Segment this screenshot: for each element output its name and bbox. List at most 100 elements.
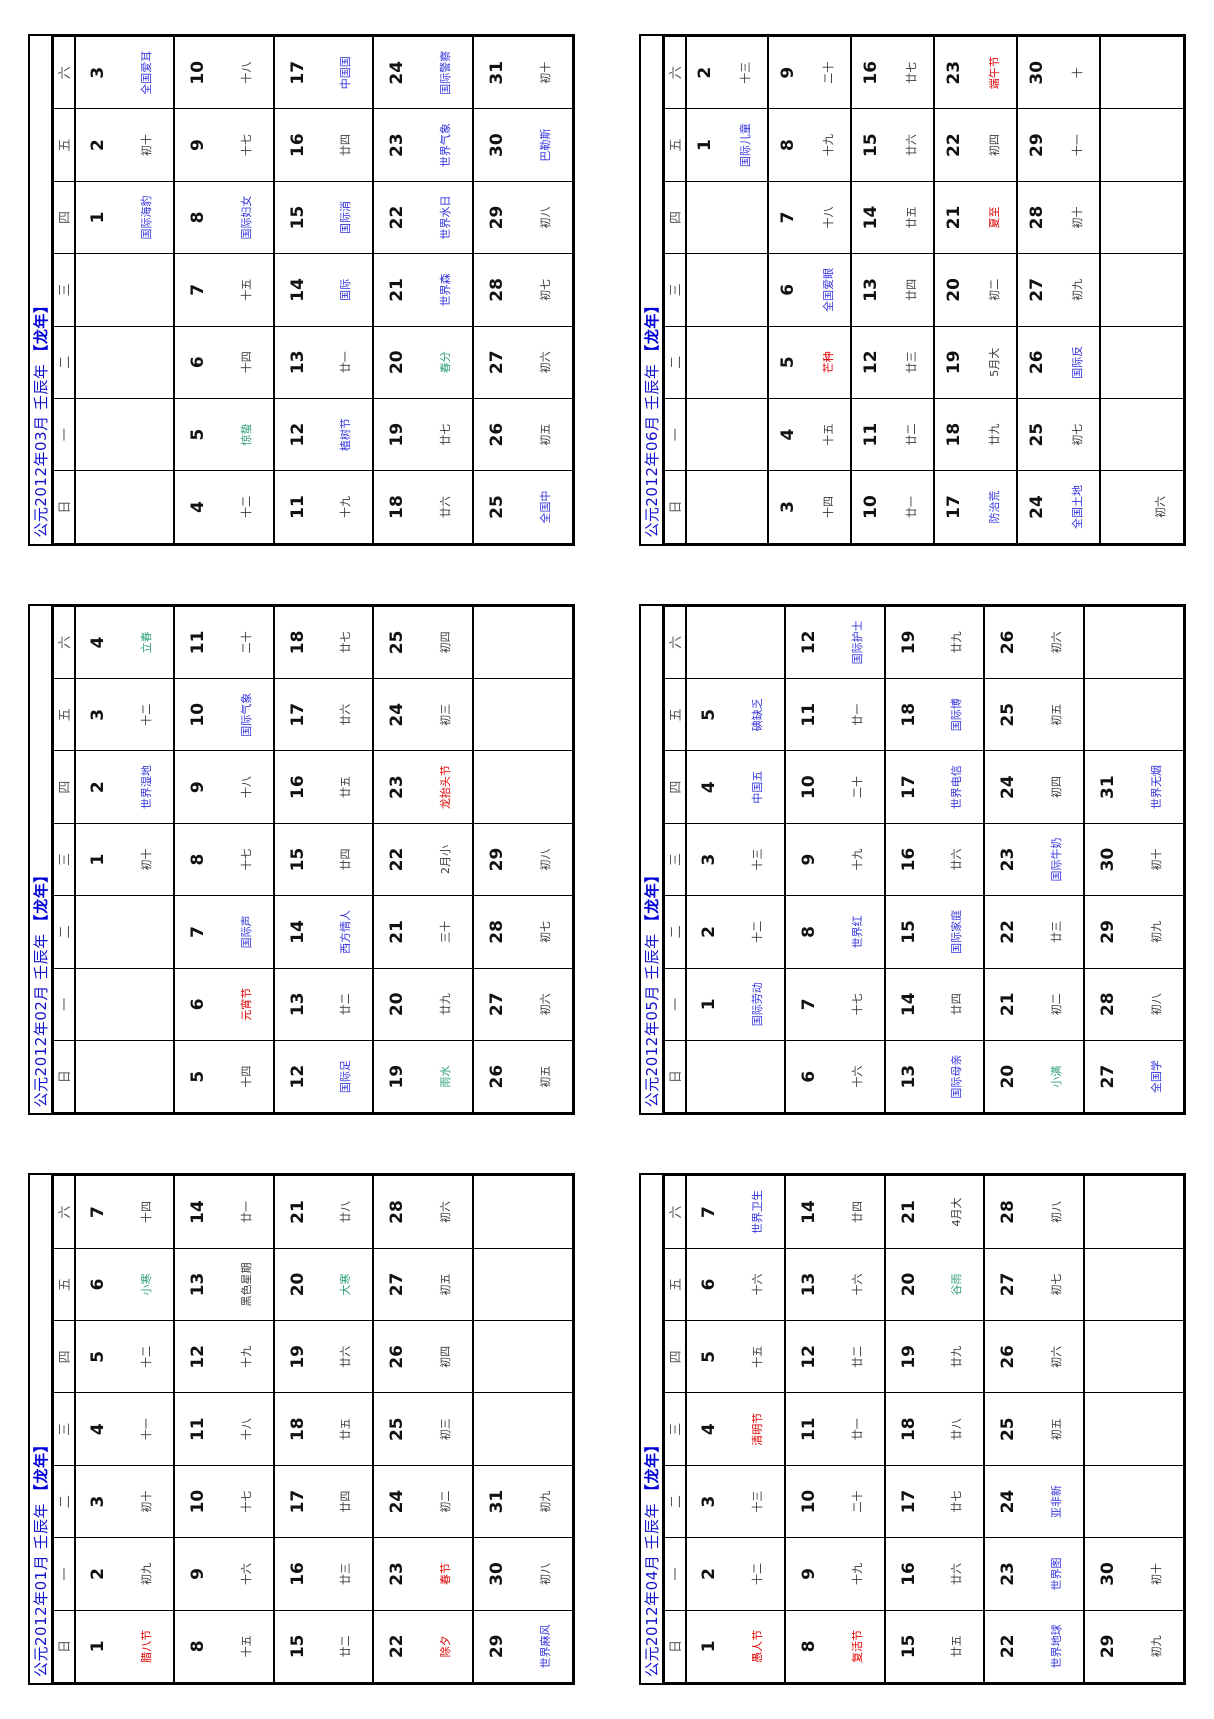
day-number-cell[interactable]: 6 xyxy=(785,1040,832,1113)
day-number-cell[interactable]: 6 xyxy=(174,326,221,399)
day-number-cell[interactable]: 18 xyxy=(934,398,974,471)
day-number-cell[interactable]: 30 xyxy=(1083,823,1131,896)
day-number-cell[interactable]: 7 xyxy=(174,253,221,327)
day-number-cell[interactable]: 25 xyxy=(373,1393,421,1466)
day-number-cell[interactable]: 26 xyxy=(472,1040,520,1113)
day-number-cell[interactable]: 9 xyxy=(785,823,832,896)
day-number-cell[interactable]: 22 xyxy=(984,895,1032,969)
day-number-cell[interactable]: 28 xyxy=(373,1175,421,1249)
day-number-cell[interactable]: 31 xyxy=(1083,750,1131,824)
day-number-cell[interactable]: 2 xyxy=(685,895,733,969)
day-number-cell[interactable]: 24 xyxy=(984,750,1032,824)
day-number-cell[interactable]: 18 xyxy=(884,678,932,751)
day-number-cell[interactable]: 16 xyxy=(273,108,321,182)
day-number-cell[interactable]: 17 xyxy=(273,1465,321,1538)
day-number-cell[interactable]: 12 xyxy=(851,326,891,399)
day-number-cell[interactable]: 12 xyxy=(174,1320,221,1393)
day-number-cell[interactable]: 19 xyxy=(934,326,974,399)
day-number-cell[interactable]: 27 xyxy=(373,1248,421,1321)
day-number-cell[interactable]: 2 xyxy=(74,750,122,824)
day-number-cell[interactable]: 14 xyxy=(785,1175,832,1249)
day-number-cell[interactable]: 23 xyxy=(373,1537,421,1611)
day-number-cell[interactable]: 20 xyxy=(934,253,974,327)
day-number-cell[interactable]: 31 xyxy=(472,36,520,109)
day-number-cell[interactable]: 29 xyxy=(472,181,520,254)
day-number-cell[interactable]: 11 xyxy=(174,1393,221,1466)
day-number-cell[interactable]: 30 xyxy=(1017,36,1057,109)
day-number-cell[interactable]: 5 xyxy=(174,1040,221,1113)
day-number-cell[interactable]: 20 xyxy=(273,1248,321,1321)
day-number-cell[interactable]: 6 xyxy=(174,968,221,1041)
day-number-cell[interactable]: 23 xyxy=(373,108,421,182)
day-number-cell[interactable]: 5 xyxy=(74,1320,122,1393)
day-number-cell[interactable]: 15 xyxy=(273,1610,321,1683)
day-number-cell[interactable]: 4 xyxy=(174,470,221,544)
day-number-cell[interactable]: 3 xyxy=(768,470,808,544)
day-number-cell[interactable]: 19 xyxy=(273,1320,321,1393)
day-number-cell[interactable]: 10 xyxy=(785,1465,832,1538)
day-number-cell[interactable]: 18 xyxy=(273,606,321,679)
day-number-cell[interactable]: 18 xyxy=(273,1393,321,1466)
day-number-cell[interactable]: 4 xyxy=(685,1393,733,1466)
day-number-cell[interactable]: 10 xyxy=(174,1465,221,1538)
day-number-cell[interactable]: 16 xyxy=(273,1537,321,1611)
day-number-cell[interactable]: 23 xyxy=(373,750,421,824)
day-number-cell[interactable]: 1 xyxy=(685,1610,733,1683)
day-number-cell[interactable]: 30 xyxy=(472,1537,520,1611)
day-number-cell[interactable]: 22 xyxy=(934,108,974,182)
day-number-cell[interactable]: 26 xyxy=(1017,326,1057,399)
day-number-cell[interactable]: 15 xyxy=(273,823,321,896)
day-number-cell[interactable]: 25 xyxy=(984,678,1032,751)
day-number-cell[interactable]: 17 xyxy=(884,1465,932,1538)
day-number-cell[interactable]: 11 xyxy=(785,678,832,751)
day-number-cell[interactable]: 20 xyxy=(373,326,421,399)
day-number-cell[interactable]: 30 xyxy=(472,108,520,182)
day-number-cell[interactable]: 7 xyxy=(768,181,808,254)
day-number-cell[interactable]: 13 xyxy=(174,1248,221,1321)
day-number-cell[interactable]: 16 xyxy=(851,36,891,109)
day-number-cell[interactable]: 14 xyxy=(884,968,932,1041)
day-number-cell[interactable]: 23 xyxy=(984,823,1032,896)
day-number-cell[interactable]: 8 xyxy=(174,1610,221,1683)
day-number-cell[interactable]: 9 xyxy=(174,750,221,824)
day-number-cell[interactable]: 9 xyxy=(785,1537,832,1611)
day-number-cell[interactable]: 28 xyxy=(472,895,520,969)
day-number-cell[interactable]: 29 xyxy=(1017,108,1057,182)
day-number-cell[interactable]: 13 xyxy=(851,253,891,327)
day-number-cell[interactable]: 11 xyxy=(174,606,221,679)
day-number-cell[interactable]: 15 xyxy=(851,108,891,182)
day-number-cell[interactable]: 13 xyxy=(785,1248,832,1321)
day-number-cell[interactable]: 8 xyxy=(768,108,808,182)
day-number-cell[interactable]: 5 xyxy=(174,398,221,471)
day-number-cell[interactable]: 30 xyxy=(1083,1537,1131,1611)
day-number-cell[interactable]: 16 xyxy=(884,823,932,896)
day-number-cell[interactable]: 4 xyxy=(768,398,808,471)
day-number-cell[interactable]: 15 xyxy=(884,895,932,969)
day-number-cell[interactable]: 8 xyxy=(174,823,221,896)
day-number-cell[interactable]: 19 xyxy=(884,1320,932,1393)
day-number-cell[interactable]: 5 xyxy=(685,1320,733,1393)
day-number-cell[interactable]: 12 xyxy=(273,398,321,471)
day-number-cell[interactable]: 1 xyxy=(685,108,725,182)
day-number-cell[interactable]: 9 xyxy=(768,36,808,109)
day-number-cell[interactable]: 16 xyxy=(884,1537,932,1611)
day-number-cell[interactable]: 22 xyxy=(373,181,421,254)
day-number-cell[interactable]: 24 xyxy=(373,1465,421,1538)
day-number-cell[interactable]: 13 xyxy=(884,1040,932,1113)
day-number-cell[interactable]: 6 xyxy=(685,1248,733,1321)
day-number-cell[interactable]: 25 xyxy=(373,606,421,679)
day-number-cell[interactable]: 8 xyxy=(785,1610,832,1683)
day-number-cell[interactable]: 7 xyxy=(685,1175,733,1249)
day-number-cell[interactable]: 11 xyxy=(785,1393,832,1466)
day-number-cell[interactable]: 1 xyxy=(685,968,733,1041)
day-number-cell[interactable]: 20 xyxy=(373,968,421,1041)
day-number-cell[interactable]: 3 xyxy=(685,1465,733,1538)
day-number-cell[interactable]: 28 xyxy=(472,253,520,327)
day-number-cell[interactable]: 11 xyxy=(273,470,321,544)
day-number-cell[interactable]: 31 xyxy=(472,1465,520,1538)
day-number-cell[interactable]: 3 xyxy=(74,1465,122,1538)
day-number-cell[interactable]: 12 xyxy=(785,1320,832,1393)
day-number-cell[interactable]: 28 xyxy=(984,1175,1032,1249)
day-number-cell[interactable]: 8 xyxy=(785,895,832,969)
day-number-cell[interactable]: 27 xyxy=(1017,253,1057,327)
